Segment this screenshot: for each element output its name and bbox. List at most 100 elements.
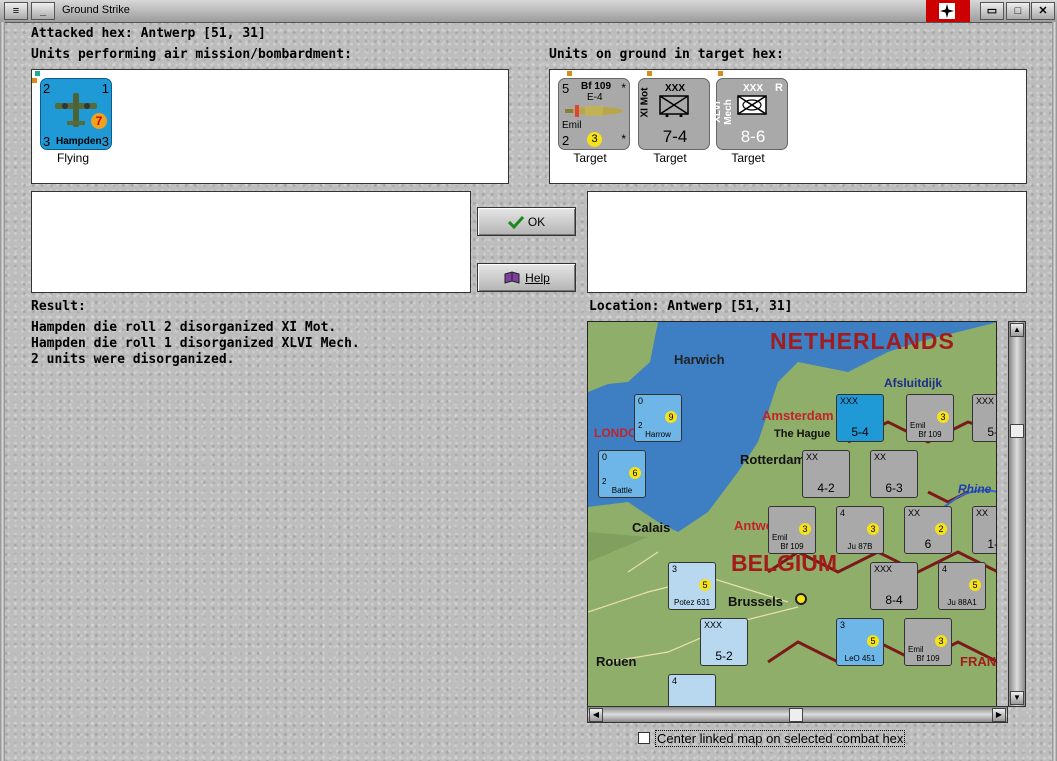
map-unit-counter[interactable]: 4 Ju 88A1 5 <box>938 562 986 610</box>
map-label-city: Rouen <box>596 654 637 669</box>
window-frame-right <box>1052 22 1057 761</box>
counter-sub: 2 <box>602 477 607 486</box>
horizontal-scroll-thumb[interactable] <box>789 708 803 722</box>
unit-size: XXX <box>665 83 686 94</box>
aircraft-model: Bf 109 <box>581 81 612 92</box>
center-map-checkbox[interactable] <box>638 732 650 744</box>
counter-badge: 3 <box>867 523 879 535</box>
counter-badge: 9 <box>665 411 677 423</box>
air-detail-panel <box>31 191 471 293</box>
unit-counter-bf109[interactable]: 5 Bf 109 E-4 * Emil 2 3 * <box>558 78 630 150</box>
counter-label: 4-2 <box>817 481 835 495</box>
motorized-infantry-icon <box>659 95 689 117</box>
unit-value: 3 <box>43 134 51 149</box>
map-label-country: FRANCE <box>960 654 997 669</box>
map-unit-counter[interactable]: 0 Harrow 2 9 <box>634 394 682 442</box>
combat-badge: 3 <box>587 132 602 147</box>
ok-button[interactable]: OK <box>477 207 576 236</box>
result-line: Hampden die roll 1 disorganized XLVI Mec… <box>31 336 360 351</box>
help-button[interactable]: Help <box>477 263 576 292</box>
map-unit-counter[interactable]: 4MS 406 <box>668 674 716 706</box>
counter-label: Bf 109 <box>918 430 942 439</box>
counter-label: 1-4 <box>987 537 996 551</box>
unit-status: Flying <box>56 151 89 165</box>
scroll-left-arrow-icon[interactable]: ◀ <box>589 708 603 722</box>
minimize-button[interactable]: _ <box>31 2 55 20</box>
unit-status: Target <box>573 151 607 165</box>
map-unit-counter[interactable]: XXX 5-4 <box>836 394 884 442</box>
counter-top: XX <box>908 508 921 518</box>
counter-label: 6 <box>924 537 932 551</box>
map-horizontal-scrollbar[interactable]: ◀ ▶ <box>587 706 1008 723</box>
location-label: Location: Antwerp [51, 31] <box>589 299 793 314</box>
counter-label: 6-3 <box>885 481 903 495</box>
unit-value: 5 <box>562 81 570 96</box>
map-unit-counter[interactable]: Bf 109 Emil 3 <box>768 506 816 554</box>
counter-label: 5-2 <box>715 649 733 663</box>
aircraft-name: Emil <box>562 120 582 131</box>
result-line: 2 units were disorganized. <box>31 352 235 367</box>
selection-marker-icon <box>35 71 40 76</box>
scroll-up-arrow-icon[interactable]: ▲ <box>1010 323 1024 337</box>
help-button-label: Help <box>525 270 550 285</box>
center-map-label[interactable]: Center linked map on selected combat hex <box>655 730 906 747</box>
unit-strength: 7-4 <box>662 127 688 146</box>
map-unit-counter[interactable]: XX 4-2 <box>802 450 850 498</box>
counter-top: 0 <box>602 452 608 462</box>
ground-units-label: Units on ground in target hex: <box>549 47 784 62</box>
unit-strength: 8-6 <box>740 127 766 146</box>
counter-top: XXX <box>976 396 995 406</box>
map-unit-counter[interactable]: XX 6 2 <box>904 506 952 554</box>
counter-badge: 6 <box>629 467 641 479</box>
counter-badge: 3 <box>937 411 949 423</box>
map-unit-counter[interactable]: XXX 8-4 <box>870 562 918 610</box>
title-bar: ≡ _ Ground Strike ▭ □ ✕ <box>0 0 1057 23</box>
scroll-down-arrow-icon[interactable]: ▼ <box>1010 691 1024 705</box>
counter-label: 8-4 <box>885 593 903 607</box>
map-unit-counter[interactable]: Bf 109 Emil 3 <box>904 618 952 666</box>
map-label-city: Brussels <box>728 594 783 609</box>
result-label: Result: <box>31 299 86 314</box>
counter-label: Harrow <box>645 430 671 439</box>
close-button[interactable]: ✕ <box>1031 2 1055 20</box>
map-unit-counter[interactable]: XX 6-3 <box>870 450 918 498</box>
system-menu-icon[interactable]: ≡ <box>4 2 28 20</box>
map-unit-counter[interactable]: 0 Battle 2 6 <box>598 450 646 498</box>
map-unit-counter[interactable]: 3 Potez 631 5 <box>668 562 716 610</box>
unit-counter-xi-mot[interactable]: XI Mot XXX 7-4 <box>638 78 710 150</box>
unit-counter-xlvi-mech[interactable]: XLVI Mech XXX R 8-6 <box>712 78 788 150</box>
counter-top: XXX <box>874 564 893 574</box>
map-label-city: Calais <box>632 520 671 535</box>
unit-value: 3 <box>101 134 109 149</box>
unit-counter-hampden[interactable]: 2 1 7 3 Hampden 3 <box>40 78 112 150</box>
maximize-button[interactable]: □ <box>1006 2 1030 20</box>
unit-corner: R <box>775 82 783 94</box>
vertical-scroll-thumb[interactable] <box>1010 424 1024 438</box>
counter-top: XXX <box>704 620 723 630</box>
map-vertical-scrollbar[interactable]: ▲ ▼ <box>1008 321 1026 707</box>
map-label-country: NETHERLANDS <box>770 328 955 354</box>
counter-badge: 3 <box>935 635 947 647</box>
map-unit-counter[interactable]: 3 LeO 451 5 <box>836 618 884 666</box>
unit-name: Hampden <box>56 136 102 147</box>
ground-units-panel: 5 Bf 109 E-4 * Emil 2 3 * Target XI Mot … <box>549 69 1027 184</box>
location-map[interactable]: NETHERLANDS Harwich Afsluitdijk Amsterda… <box>587 321 997 707</box>
restore-button[interactable]: ▭ <box>980 2 1004 20</box>
result-line: Hampden die roll 2 disorganized XI Mot. <box>31 320 337 335</box>
unit-value: 2 <box>43 81 51 96</box>
counter-top: XX <box>874 452 887 462</box>
scroll-right-arrow-icon[interactable]: ▶ <box>992 708 1006 722</box>
city-marker-icon <box>795 593 807 605</box>
counter-badge: 3 <box>799 523 811 535</box>
status-marker-icon <box>718 71 723 76</box>
unit-status: Target <box>731 151 765 165</box>
map-unit-counter[interactable]: 4 Ju 87B 3 <box>836 506 884 554</box>
unit-value: 1 <box>101 81 109 96</box>
map-unit-counter[interactable]: Bf 109 Emil 3 <box>906 394 954 442</box>
counter-top: XX <box>806 452 819 462</box>
air-units-label: Units performing air mission/bombardment… <box>31 47 352 62</box>
counter-label: 5-4 <box>851 425 869 439</box>
map-unit-counter[interactable]: XX 1-4 <box>972 506 996 554</box>
map-unit-counter[interactable]: XXX 5-2 <box>700 618 748 666</box>
map-unit-counter[interactable]: XXX 5-2 <box>972 394 996 442</box>
